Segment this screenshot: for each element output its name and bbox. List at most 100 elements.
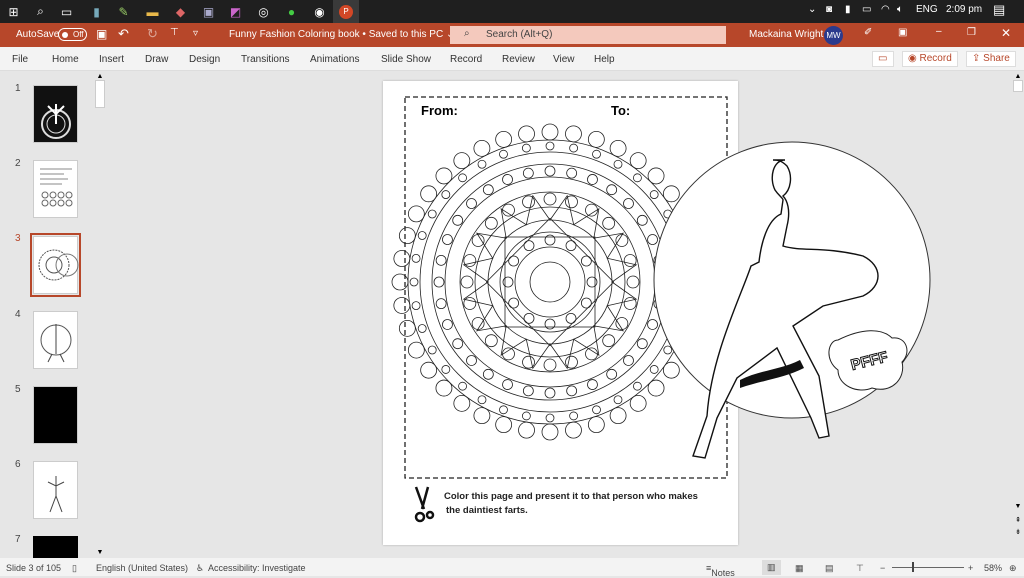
app-icon[interactable]: ◆ <box>172 3 189 20</box>
tab-home[interactable]: Home <box>52 54 79 65</box>
slide-thumbnail-1[interactable] <box>33 85 78 143</box>
notes-label: Notes <box>711 568 735 578</box>
remote-desktop-icon[interactable]: ▣ <box>200 3 217 20</box>
present-icon[interactable]: ⊤ <box>170 27 179 38</box>
accessibility-status[interactable]: Accessibility: Investigate <box>208 563 306 573</box>
redo-icon[interactable]: ↻ <box>147 26 158 42</box>
notes-button[interactable]: ≡ Notes <box>706 563 735 578</box>
comments-button[interactable]: ▭ <box>872 51 894 67</box>
record-icon: ◉ <box>908 53 920 64</box>
scroll-up-icon[interactable]: ▲ <box>1012 73 1024 80</box>
avatar[interactable]: MW <box>824 26 843 45</box>
slide-thumbnail-3[interactable] <box>30 233 81 297</box>
language-status[interactable]: English (United States) <box>96 563 188 573</box>
zoom-slider-thumb[interactable] <box>912 562 914 572</box>
scroll-down-icon[interactable]: ▼ <box>1012 503 1024 510</box>
tab-animations[interactable]: Animations <box>310 54 359 65</box>
microphone-icon[interactable]: ▮ <box>845 4 851 15</box>
tab-insert[interactable]: Insert <box>99 54 124 65</box>
obs-icon[interactable]: ◎ <box>255 3 272 20</box>
camera-icon[interactable]: ◙ <box>826 4 832 15</box>
normal-view-button[interactable]: ▥ <box>762 560 781 575</box>
autosave-toggle[interactable]: Off <box>58 28 87 41</box>
ribbon-display-icon[interactable]: ▣ <box>898 27 907 38</box>
powerpoint-icon[interactable]: P <box>333 0 359 23</box>
slide-thumbnail-2[interactable] <box>33 160 78 218</box>
media-icon[interactable]: ◉ <box>311 3 328 20</box>
fart-bubble-text: PFFF <box>849 348 889 374</box>
slide-number: 1 <box>15 83 21 94</box>
document-title[interactable]: Funny Fashion Coloring book • Saved to t… <box>229 29 454 40</box>
restore-button[interactable]: ❐ <box>967 27 976 38</box>
share-label: Share <box>983 53 1010 64</box>
slide-caption: Color this page and present it to that p… <box>444 490 698 518</box>
zoom-level[interactable]: 58% <box>984 563 1002 573</box>
user-name[interactable]: Mackaina Wright <box>749 29 823 40</box>
reading-view-button[interactable]: ▤ <box>825 563 834 574</box>
slide-thumbnail-5[interactable] <box>33 386 78 444</box>
spelling-icon[interactable]: ▯ <box>72 563 77 574</box>
scroll-up-icon[interactable]: ▲ <box>94 73 106 80</box>
language-indicator[interactable]: ENG <box>916 4 938 15</box>
slide-thumbnail-7[interactable] <box>33 536 78 558</box>
slide-number: 6 <box>15 459 21 470</box>
zoom-in-button[interactable]: + <box>968 563 973 573</box>
tab-record[interactable]: Record <box>450 54 482 65</box>
paint3d-icon[interactable]: ◩ <box>227 3 244 20</box>
zoom-slider[interactable] <box>892 562 964 572</box>
zoom-out-button[interactable]: − <box>880 563 885 573</box>
notification-icon[interactable]: ▤ <box>993 2 1005 18</box>
battery-icon[interactable]: ▭ <box>862 4 871 15</box>
thumbnail-scrollbar[interactable]: ▲ ▼ <box>94 73 106 556</box>
volume-icon[interactable]: 🔈︎ <box>897 4 903 15</box>
slide-number: 3 <box>15 233 21 244</box>
scroll-thumb[interactable] <box>1013 80 1023 92</box>
ribbon-tabs: File Home Insert Draw Design Transitions… <box>0 47 1024 71</box>
tab-slide-show[interactable]: Slide Show <box>381 54 431 65</box>
windows-icon[interactable]: ⊞ <box>5 3 22 20</box>
notes-icon[interactable]: ▮ <box>88 3 105 20</box>
file-explorer-icon[interactable]: ▬ <box>144 3 161 20</box>
tab-design[interactable]: Design <box>189 54 220 65</box>
caption-line-2: the daintiest farts. <box>446 505 528 516</box>
from-label: From: <box>421 103 458 118</box>
chevron-up-icon[interactable]: ⌄ <box>808 4 816 15</box>
tab-help[interactable]: Help <box>594 54 615 65</box>
tab-view[interactable]: View <box>553 54 575 65</box>
record-button[interactable]: ◉ Record <box>902 51 958 67</box>
autosave-label: AutoSave <box>16 29 60 40</box>
scroll-down-icon[interactable]: ▼ <box>94 549 106 556</box>
previous-slide-icon[interactable]: ⇞ <box>1012 516 1024 524</box>
customize-toolbar-icon[interactable]: ▿ <box>193 28 198 39</box>
pen-icon[interactable]: ✐ <box>864 27 872 38</box>
slide-canvas[interactable] <box>383 81 738 545</box>
slide-scrollbar[interactable]: ▲ ▼ ⇞ ⇟ <box>1012 73 1024 558</box>
search-placeholder: Search (Alt+Q) <box>486 29 553 40</box>
paint-icon[interactable]: ✎ <box>115 3 132 20</box>
search-input[interactable]: ⌕ Search (Alt+Q) <box>450 26 726 44</box>
task-view-icon[interactable]: ▭ <box>58 3 75 20</box>
save-icon[interactable]: ▣ <box>96 27 107 41</box>
tab-transitions[interactable]: Transitions <box>241 54 290 65</box>
share-button[interactable]: ⇪ Share <box>966 51 1016 67</box>
scroll-thumb[interactable] <box>95 80 105 108</box>
tab-file[interactable]: File <box>12 54 28 65</box>
caption-line-1: Color this page and present it to that p… <box>444 491 698 502</box>
tab-draw[interactable]: Draw <box>145 54 168 65</box>
slide-sorter-button[interactable]: ▦ <box>795 563 804 574</box>
chrome-icon[interactable]: ● <box>283 3 300 20</box>
wifi-icon[interactable]: ◠ <box>881 4 890 15</box>
fit-slide-icon[interactable]: ⊕ <box>1009 563 1017 574</box>
next-slide-icon[interactable]: ⇟ <box>1012 528 1024 536</box>
tab-review[interactable]: Review <box>502 54 535 65</box>
slide-thumbnail-6[interactable] <box>33 461 78 519</box>
search-icon: ⌕ <box>464 28 470 39</box>
slide-thumbnail-4[interactable] <box>33 311 78 369</box>
minimize-button[interactable]: – <box>936 26 942 37</box>
undo-icon[interactable]: ↶ <box>118 26 129 42</box>
close-button[interactable]: ✕ <box>1001 26 1011 40</box>
clock[interactable]: 2:09 pm <box>946 4 982 15</box>
slideshow-button[interactable]: ⊤ <box>856 563 864 574</box>
slide-number: 7 <box>15 534 21 545</box>
search-icon[interactable]: ⌕ <box>32 3 49 20</box>
